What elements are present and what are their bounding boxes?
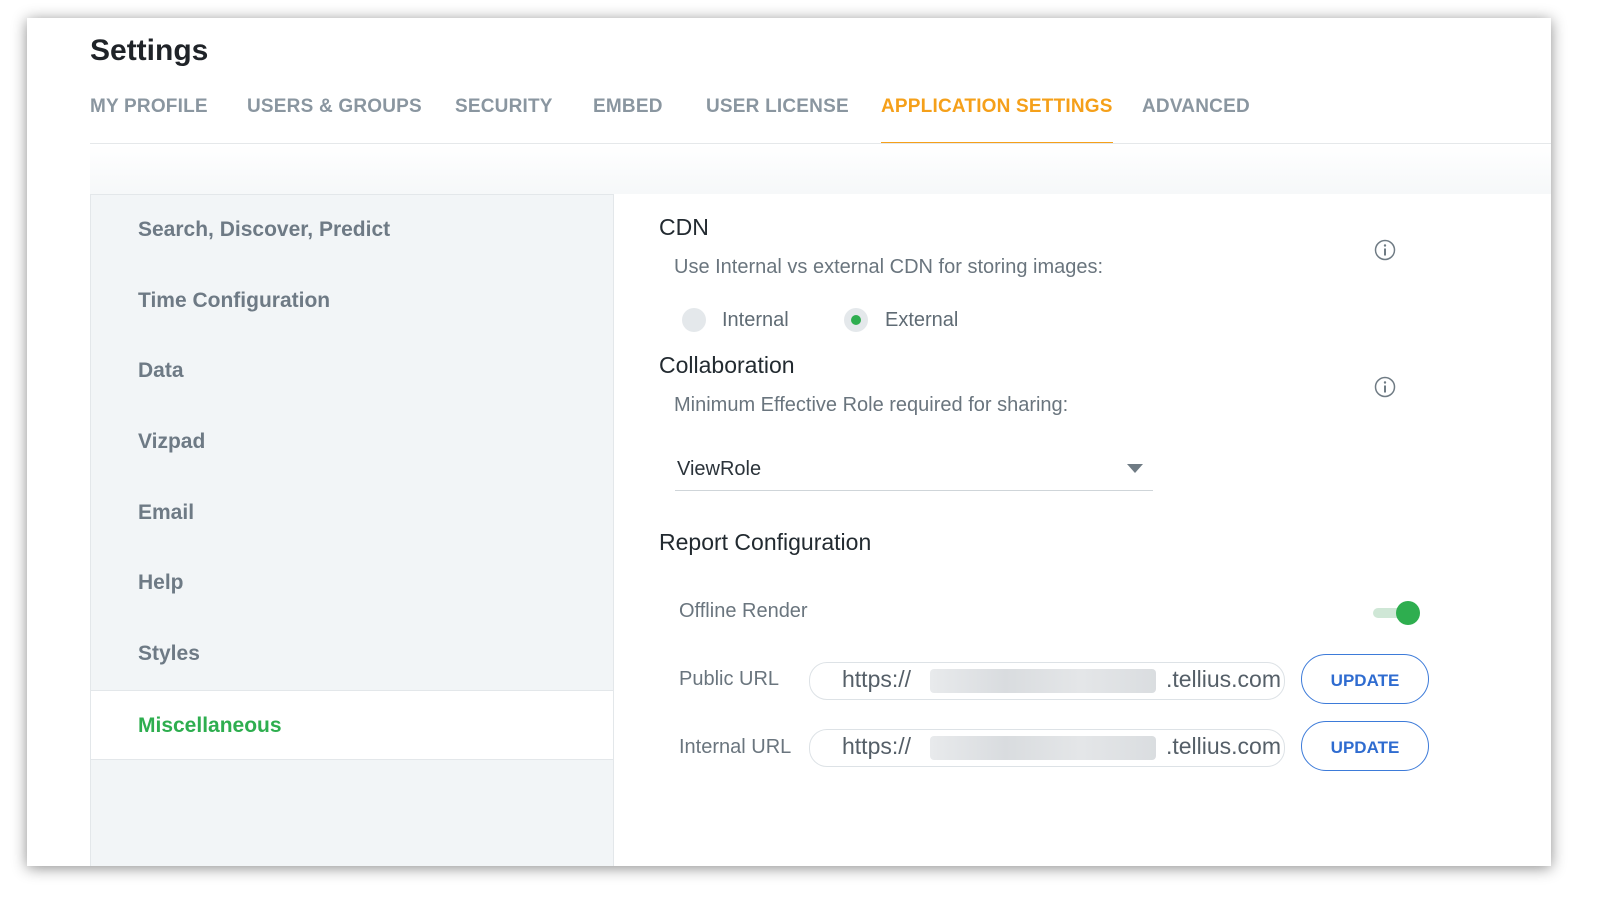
chevron-down-icon [1127, 464, 1143, 473]
sidebar-item-styles[interactable]: Styles [91, 619, 613, 689]
tab-users-groups[interactable]: USERS & GROUPS [247, 96, 422, 144]
page-title: Settings [90, 34, 209, 67]
sidebar-item-data[interactable]: Data [91, 336, 613, 406]
toggle-knob [1396, 601, 1420, 625]
cdn-title: CDN [659, 214, 709, 240]
redacted-text [930, 669, 1156, 693]
tab-advanced[interactable]: ADVANCED [1142, 96, 1250, 144]
collaboration-description: Minimum Effective Role required for shar… [674, 394, 1069, 416]
public-url-label: Public URL [679, 668, 780, 690]
update-internal-url-button[interactable]: UPDATE [1301, 721, 1429, 771]
public-url-prefix: https:// [842, 666, 912, 692]
sidebar-item-miscellaneous[interactable]: Miscellaneous [91, 690, 613, 760]
tab-application-settings[interactable]: APPLICATION SETTINGS [881, 96, 1113, 145]
sidebar-item-help[interactable]: Help [91, 548, 613, 618]
tab-embed[interactable]: EMBED [593, 96, 663, 144]
offline-render-label: Offline Render [679, 600, 808, 622]
role-select[interactable]: ViewRole [675, 448, 1153, 491]
settings-sidebar: Search, Discover, Predict Time Configura… [90, 194, 614, 866]
sidebar-item-vizpad[interactable]: Vizpad [91, 407, 613, 477]
tab-user-license[interactable]: USER LICENSE [706, 96, 849, 144]
info-icon[interactable] [1374, 376, 1396, 398]
settings-window: Settings MY PROFILE USERS & GROUPS SECUR… [27, 18, 1551, 866]
offline-render-toggle[interactable] [1373, 601, 1420, 625]
role-select-value: ViewRole [677, 458, 762, 480]
public-url-input[interactable]: https:// .tellius.com [809, 662, 1285, 700]
sidebar-item-time-configuration[interactable]: Time Configuration [91, 266, 613, 336]
tab-my-profile[interactable]: MY PROFILE [90, 96, 208, 144]
redacted-text [930, 736, 1156, 760]
sidebar-item-search-discover-predict[interactable]: Search, Discover, Predict [91, 195, 613, 265]
radio-selected-dot [851, 315, 861, 325]
sidebar-item-email[interactable]: Email [91, 478, 613, 548]
cdn-description: Use Internal vs external CDN for storing… [674, 256, 1104, 278]
tab-security[interactable]: SECURITY [455, 96, 553, 144]
internal-url-suffix: .tellius.com [1165, 733, 1281, 759]
update-public-url-button[interactable]: UPDATE [1301, 654, 1429, 704]
cdn-external-radio[interactable] [844, 308, 868, 332]
report-configuration-title: Report Configuration [659, 529, 872, 555]
internal-url-label: Internal URL [679, 736, 792, 758]
collaboration-title: Collaboration [659, 352, 795, 378]
public-url-suffix: .tellius.com [1165, 666, 1281, 692]
cdn-internal-radio[interactable] [682, 308, 706, 332]
internal-url-input[interactable]: https:// .tellius.com [809, 729, 1285, 767]
cdn-external-label: External [885, 309, 959, 331]
cdn-internal-label: Internal [722, 309, 789, 331]
info-icon[interactable] [1374, 239, 1396, 261]
header-shade [90, 144, 1551, 194]
internal-url-prefix: https:// [842, 733, 912, 759]
